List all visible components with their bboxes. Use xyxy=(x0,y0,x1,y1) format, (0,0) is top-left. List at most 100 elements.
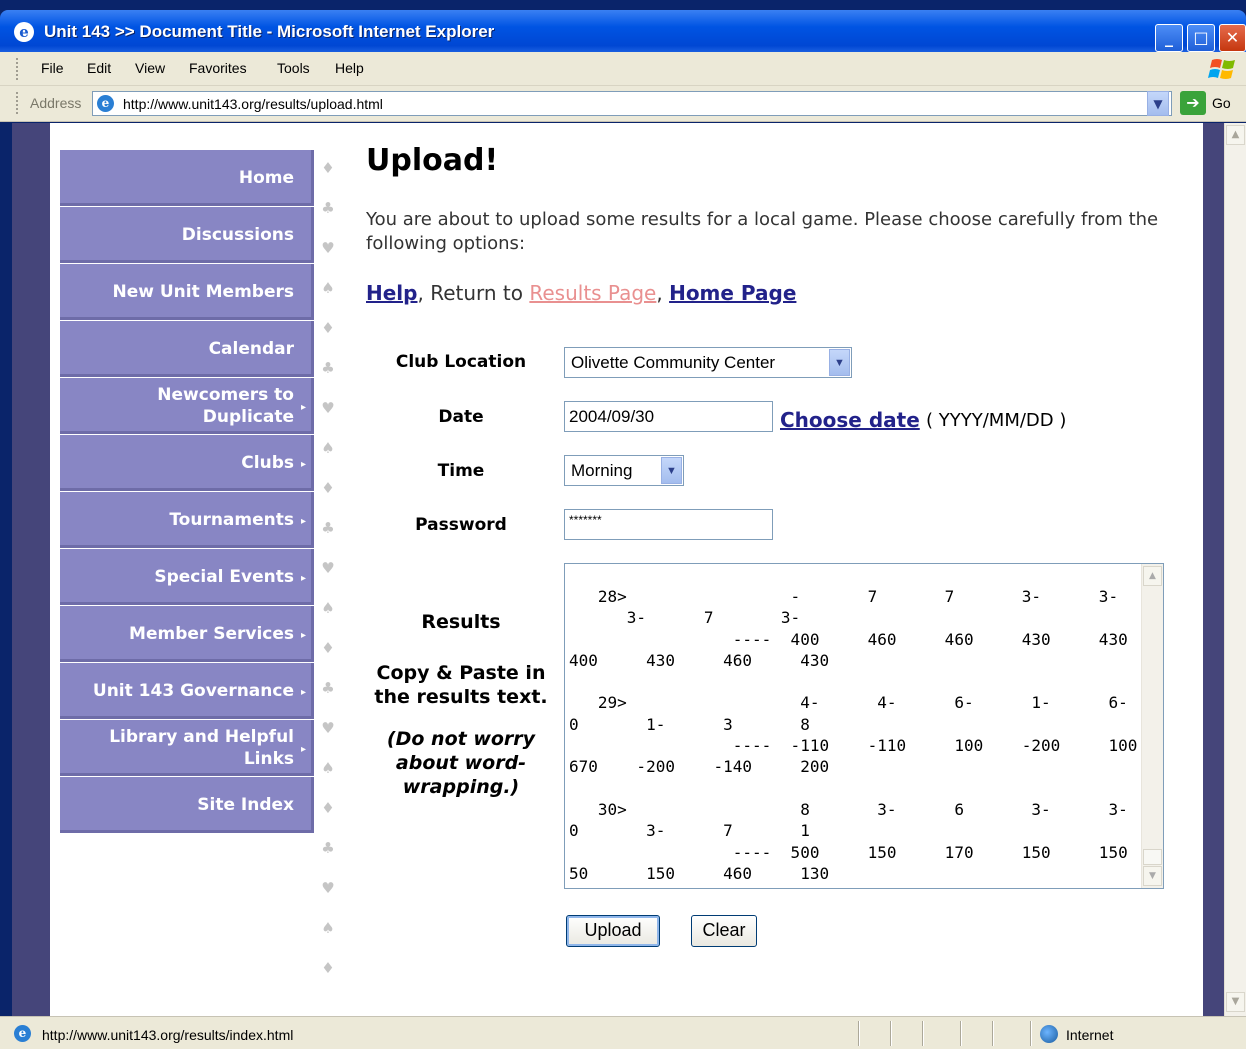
spade-icon: ♠ xyxy=(321,439,335,457)
sidebar-item-calendar[interactable]: Calendar xyxy=(60,321,314,378)
go-button[interactable]: Go xyxy=(1212,95,1231,111)
menu-favorites[interactable]: Favorites xyxy=(189,60,247,76)
heart-icon: ♥ xyxy=(321,239,335,257)
diamond-icon: ♦ xyxy=(321,799,335,817)
scroll-thumb[interactable] xyxy=(1143,849,1162,865)
spade-icon: ♠ xyxy=(321,919,335,937)
sidebar-item-discussions[interactable]: Discussions xyxy=(60,207,314,264)
chevron-down-icon[interactable]: ▼ xyxy=(661,457,682,484)
nav-links: Help, Return to Results Page, Home Page xyxy=(366,281,796,305)
sidebar-item-home[interactable]: Home xyxy=(60,150,314,207)
heart-icon: ♥ xyxy=(321,719,335,737)
security-zone: Internet xyxy=(1066,1027,1114,1043)
results-textarea[interactable]: 28> - 7 7 3- 3- - 3- 7 3- ---- 400 460 4… xyxy=(564,563,1164,889)
intro-text: You are about to upload some results for… xyxy=(366,209,1159,254)
menu-bar: File Edit View Favorites Tools Help xyxy=(0,52,1246,86)
return-text: , Return to xyxy=(417,281,530,305)
card-suits-decoration: ♦ ♣ ♥ ♠ ♦ ♣ ♥ ♠ ♦ ♣ ♥ ♠ ♦ ♣ ♥ ♠ ♦ ♣ ♥ ♠ ♦ xyxy=(318,148,338,1016)
spade-icon: ♠ xyxy=(321,759,335,777)
diamond-icon: ♦ xyxy=(321,159,335,177)
club-icon: ♣ xyxy=(321,199,335,217)
status-divider xyxy=(890,1021,892,1046)
page-viewport: Home Discussions New Unit Members Calend… xyxy=(12,123,1224,1016)
scroll-down-icon[interactable]: ▼ xyxy=(1143,866,1162,886)
diamond-icon: ♦ xyxy=(321,639,335,657)
status-divider xyxy=(858,1021,860,1046)
menu-file[interactable]: File xyxy=(41,60,64,76)
sidebar-item-label: Tournaments xyxy=(169,510,294,530)
clear-button[interactable]: Clear xyxy=(691,915,757,947)
status-divider xyxy=(922,1021,924,1046)
submenu-arrow-icon: ▸ xyxy=(300,402,306,413)
heart-icon: ♥ xyxy=(321,879,335,897)
close-button[interactable]: ✕ xyxy=(1219,24,1246,52)
time-select[interactable]: Morning ▼ xyxy=(564,455,684,486)
sidebar-item-label: Newcomers to Duplicate xyxy=(157,385,294,427)
club-location-select[interactable]: Olivette Community Center ▼ xyxy=(564,347,852,378)
address-dropdown-chevron-down-icon[interactable]: ▼ xyxy=(1147,91,1169,116)
results-page-link[interactable]: Results Page xyxy=(529,281,656,305)
sidebar-item-label: Library and Helpful Links xyxy=(109,727,294,769)
password-input[interactable]: ******* xyxy=(564,509,773,540)
results-label: Results xyxy=(421,611,501,633)
sidebar-item-clubs[interactable]: Clubs ▸ xyxy=(60,435,314,492)
scroll-up-icon[interactable]: ▲ xyxy=(1226,125,1245,145)
sidebar-item-governance[interactable]: Unit 143 Governance ▸ xyxy=(60,663,314,720)
address-input[interactable]: e http://www.unit143.org/results/upload.… xyxy=(92,91,1172,116)
address-url[interactable]: http://www.unit143.org/results/upload.ht… xyxy=(123,96,383,112)
sidebar-item-label: Clubs xyxy=(241,453,294,473)
spade-icon: ♠ xyxy=(321,279,335,297)
sidebar-item-label: Member Services xyxy=(129,624,294,644)
minimize-button[interactable]: _ xyxy=(1155,24,1183,52)
club-icon: ♣ xyxy=(321,519,335,537)
diamond-icon: ♦ xyxy=(321,479,335,497)
title-bar: e Unit 143 >> Document Title - Microsoft… xyxy=(0,10,1246,52)
sidebar-item-site-index[interactable]: Site Index xyxy=(60,777,314,834)
results-text[interactable]: 28> - 7 7 3- 3- - 3- 7 3- ---- 400 460 4… xyxy=(569,586,1139,884)
sidebar-nav: Home Discussions New Unit Members Calend… xyxy=(60,150,314,834)
sidebar-item-tournaments[interactable]: Tournaments ▸ xyxy=(60,492,314,549)
date-input[interactable]: 2004/09/30 xyxy=(564,401,773,432)
time-label: Time xyxy=(437,461,485,481)
go-arrow-icon[interactable]: ➔ xyxy=(1180,91,1206,115)
upload-button[interactable]: Upload xyxy=(566,915,660,947)
sidebar-item-newcomers[interactable]: Newcomers to Duplicate ▸ xyxy=(60,378,314,435)
sidebar-item-library[interactable]: Library and Helpful Links ▸ xyxy=(60,720,314,777)
club-location-label: Club Location xyxy=(395,352,527,372)
sidebar-item-label: Home xyxy=(238,168,294,188)
internet-globe-icon xyxy=(1040,1025,1058,1043)
sidebar-item-label: Unit 143 Governance xyxy=(92,681,294,701)
browser-window: e Unit 143 >> Document Title - Microsoft… xyxy=(0,0,1246,1049)
submenu-arrow-icon: ▸ xyxy=(300,687,306,698)
help-link[interactable]: Help xyxy=(366,281,417,305)
club-icon: ♣ xyxy=(321,679,335,697)
diamond-icon: ♦ xyxy=(321,959,335,977)
menu-help[interactable]: Help xyxy=(335,60,364,76)
windows-logo-icon xyxy=(1208,59,1235,79)
menu-edit[interactable]: Edit xyxy=(87,60,111,76)
sidebar-item-member-services[interactable]: Member Services ▸ xyxy=(60,606,314,663)
scroll-down-icon[interactable]: ▼ xyxy=(1226,992,1245,1012)
choose-date-link[interactable]: Choose date xyxy=(780,408,920,432)
page-scrollbar[interactable]: ▲ ▼ xyxy=(1224,123,1246,1016)
sidebar-item-special-events[interactable]: Special Events ▸ xyxy=(60,549,314,606)
club-icon: ♣ xyxy=(321,359,335,377)
link-separator: , xyxy=(656,281,670,305)
main-content: Upload! You are about to upload some res… xyxy=(366,143,1186,947)
time-value: Morning xyxy=(571,461,633,480)
menu-tools[interactable]: Tools xyxy=(277,60,310,76)
home-page-link[interactable]: Home Page xyxy=(669,281,796,305)
heart-icon: ♥ xyxy=(321,399,335,417)
menu-view[interactable]: View xyxy=(135,60,165,76)
textarea-scrollbar[interactable]: ▲ ▼ xyxy=(1141,564,1163,888)
sidebar-item-label: New Unit Members xyxy=(112,282,294,302)
password-label: Password xyxy=(415,515,507,535)
chevron-down-icon[interactable]: ▼ xyxy=(829,349,850,376)
status-divider xyxy=(1030,1021,1032,1046)
maximize-button[interactable]: □ xyxy=(1187,24,1215,52)
status-bar: e http://www.unit143.org/results/index.h… xyxy=(0,1016,1246,1049)
sidebar-item-label: Special Events xyxy=(154,567,294,587)
submenu-arrow-icon: ▸ xyxy=(300,630,306,641)
sidebar-item-new-unit-members[interactable]: New Unit Members xyxy=(60,264,314,321)
scroll-up-icon[interactable]: ▲ xyxy=(1143,566,1162,586)
